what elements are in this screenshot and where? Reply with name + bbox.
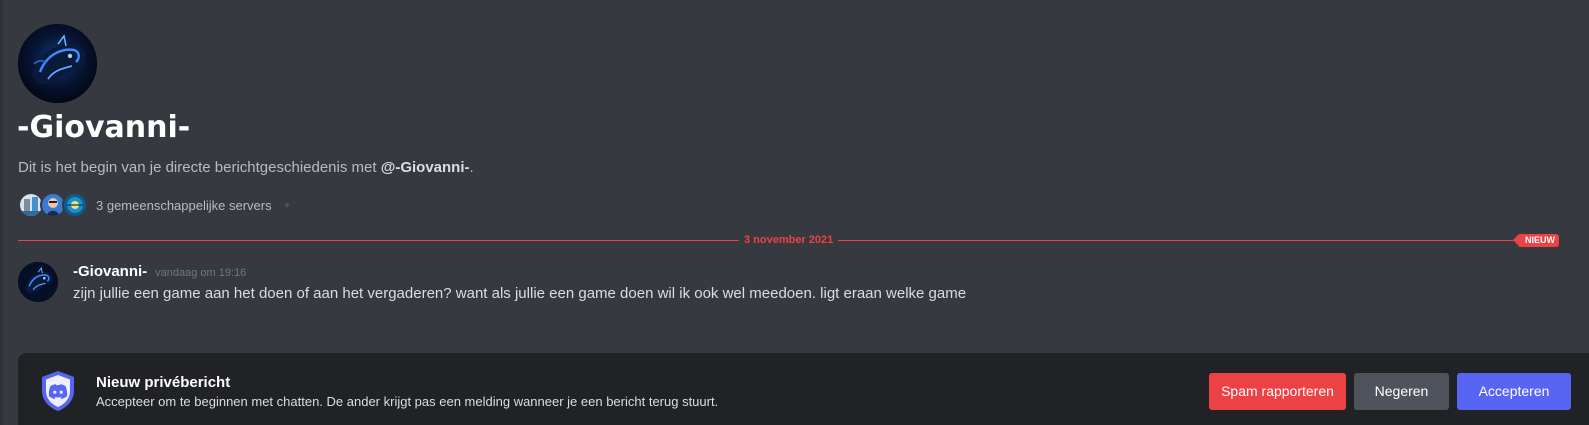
- message-timestamp: vandaag om 19:16: [155, 267, 247, 279]
- date-divider-label: 3 november 2021: [739, 232, 839, 248]
- separator-dot: [284, 203, 289, 207]
- intro-description: Dit is het begin van je directe berichtg…: [18, 159, 474, 176]
- ignore-button[interactable]: Negeren: [1354, 373, 1449, 410]
- mutual-servers-label[interactable]: 3 gemeenschappelijke servers: [96, 198, 272, 213]
- mutual-server-icons: [18, 192, 88, 218]
- new-messages-badge: NIEUW: [1513, 234, 1559, 247]
- intro-description-prefix: Dit is het begin van je directe berichtg…: [18, 159, 381, 176]
- accept-button[interactable]: Accepteren: [1457, 373, 1571, 410]
- user-mention[interactable]: @-Giovanni-: [381, 159, 470, 176]
- message-content: zijn jullie een game aan het doen of aan…: [73, 285, 967, 302]
- intro-description-suffix: .: [469, 159, 474, 176]
- message-author[interactable]: -Giovanni-: [73, 263, 147, 280]
- mutual-servers[interactable]: 3 gemeenschappelijke servers: [18, 192, 289, 218]
- request-subtitle: Accepteer om te beginnen met chatten. De…: [96, 394, 719, 409]
- page-title: -Giovanni-: [17, 110, 191, 145]
- shield-icon: [38, 369, 78, 413]
- channel-sidebar-edge: [0, 0, 3, 425]
- message-header: -Giovanni- vandaag om 19:16: [73, 263, 246, 280]
- message-request-bar: Nieuw privébericht Accepteer om te begin…: [18, 353, 1589, 425]
- report-spam-button[interactable]: Spam rapporteren: [1209, 373, 1346, 410]
- message-avatar[interactable]: [18, 262, 58, 302]
- profile-avatar[interactable]: [18, 24, 97, 103]
- server-icon: [62, 192, 88, 218]
- dm-channel: -Giovanni- Dit is het begin van je direc…: [0, 0, 1589, 425]
- request-title: Nieuw privébericht: [96, 374, 231, 391]
